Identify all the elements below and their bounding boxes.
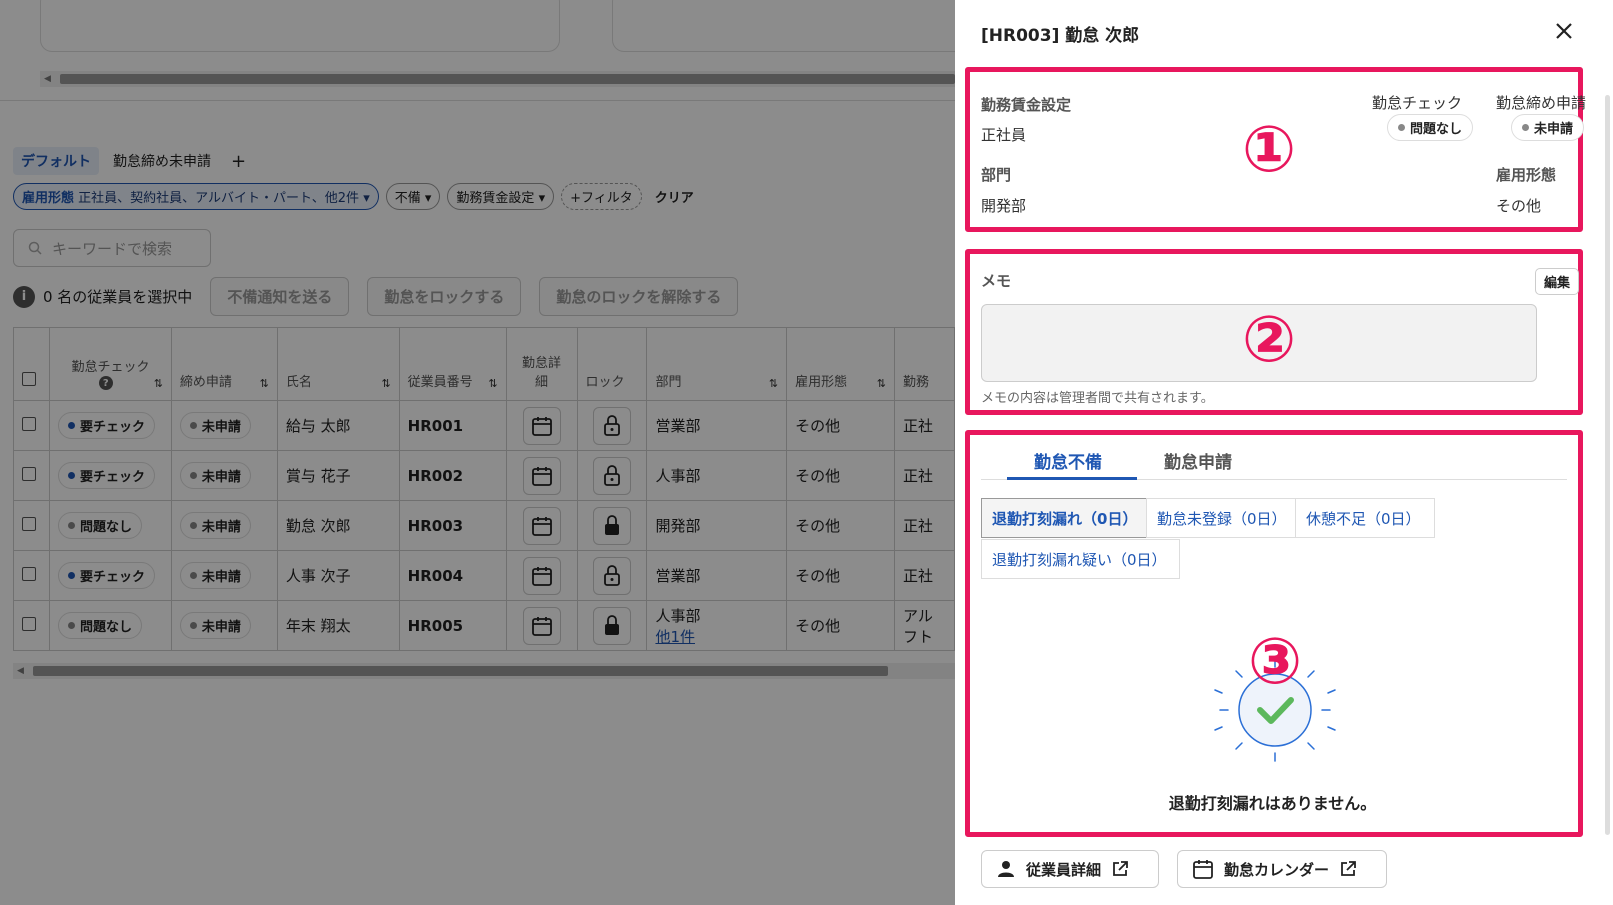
panel-title: [HR003] 勤怠 次郎	[981, 26, 1140, 46]
external-link-icon	[1341, 861, 1356, 876]
empty-state-message: 退勤打刻漏れはありません。	[1168, 794, 1377, 813]
submit-status-badge: 未申請	[1511, 114, 1585, 141]
submit-status-value: 未申請	[1534, 122, 1574, 137]
check-status-label: 勤怠チェック	[1372, 94, 1463, 112]
memo-edit-button[interactable]: 編集	[1535, 268, 1580, 295]
marker-2: ②	[1242, 303, 1297, 377]
segment-missing-clockout[interactable]: 退勤打刻漏れ（0日）	[981, 498, 1147, 538]
marker-3: ③	[1248, 625, 1303, 699]
wage-setting-value: 正社員	[981, 126, 1027, 144]
dept-label: 部門	[981, 166, 1012, 184]
panel-scrollbar[interactable]	[1605, 95, 1610, 835]
wage-setting-label: 勤務賃金設定	[981, 96, 1072, 114]
active-tab-indicator	[1007, 477, 1137, 480]
employee-detail-label: 従業員詳細	[1026, 860, 1102, 879]
employee-side-panel: [HR003] 勤怠 次郎 ① 勤務賃金設定 正社員 勤怠チェック 問題なし 勤…	[955, 0, 1613, 905]
close-icon	[1556, 23, 1572, 39]
employment-type-label: 雇用形態	[1496, 166, 1557, 184]
segment-suspected-missing[interactable]: 退勤打刻漏れ疑い（0日）	[981, 539, 1180, 579]
status-dot-icon	[1522, 124, 1529, 131]
modal-overlay[interactable]	[0, 0, 955, 905]
check-status-badge: 問題なし	[1387, 114, 1474, 141]
external-link-icon	[1113, 861, 1128, 876]
status-dot-icon	[1398, 124, 1405, 131]
marker-1: ①	[1242, 113, 1297, 187]
close-button[interactable]	[1551, 18, 1577, 44]
segment-break-shortage[interactable]: 休憩不足（0日）	[1295, 498, 1435, 538]
employee-detail-button[interactable]: 従業員詳細	[981, 850, 1159, 888]
employment-type-value: その他	[1496, 197, 1542, 215]
attendance-calendar-label: 勤怠カレンダー	[1224, 860, 1330, 879]
memo-hint: メモの内容は管理者間で共有されます。	[981, 391, 1214, 406]
dept-value: 開発部	[981, 197, 1027, 215]
calendar-icon	[1193, 860, 1213, 879]
tab-missing[interactable]: 勤怠不備	[1034, 448, 1102, 473]
person-icon	[998, 861, 1014, 877]
attendance-calendar-button[interactable]: 勤怠カレンダー	[1177, 850, 1387, 888]
check-status-value: 問題なし	[1410, 122, 1463, 137]
memo-label: メモ	[981, 272, 1012, 290]
tab-requests[interactable]: 勤怠申請	[1164, 448, 1232, 473]
submit-status-label: 勤怠締め申請	[1496, 94, 1587, 112]
segment-unregistered[interactable]: 勤怠未登録（0日）	[1146, 498, 1296, 538]
